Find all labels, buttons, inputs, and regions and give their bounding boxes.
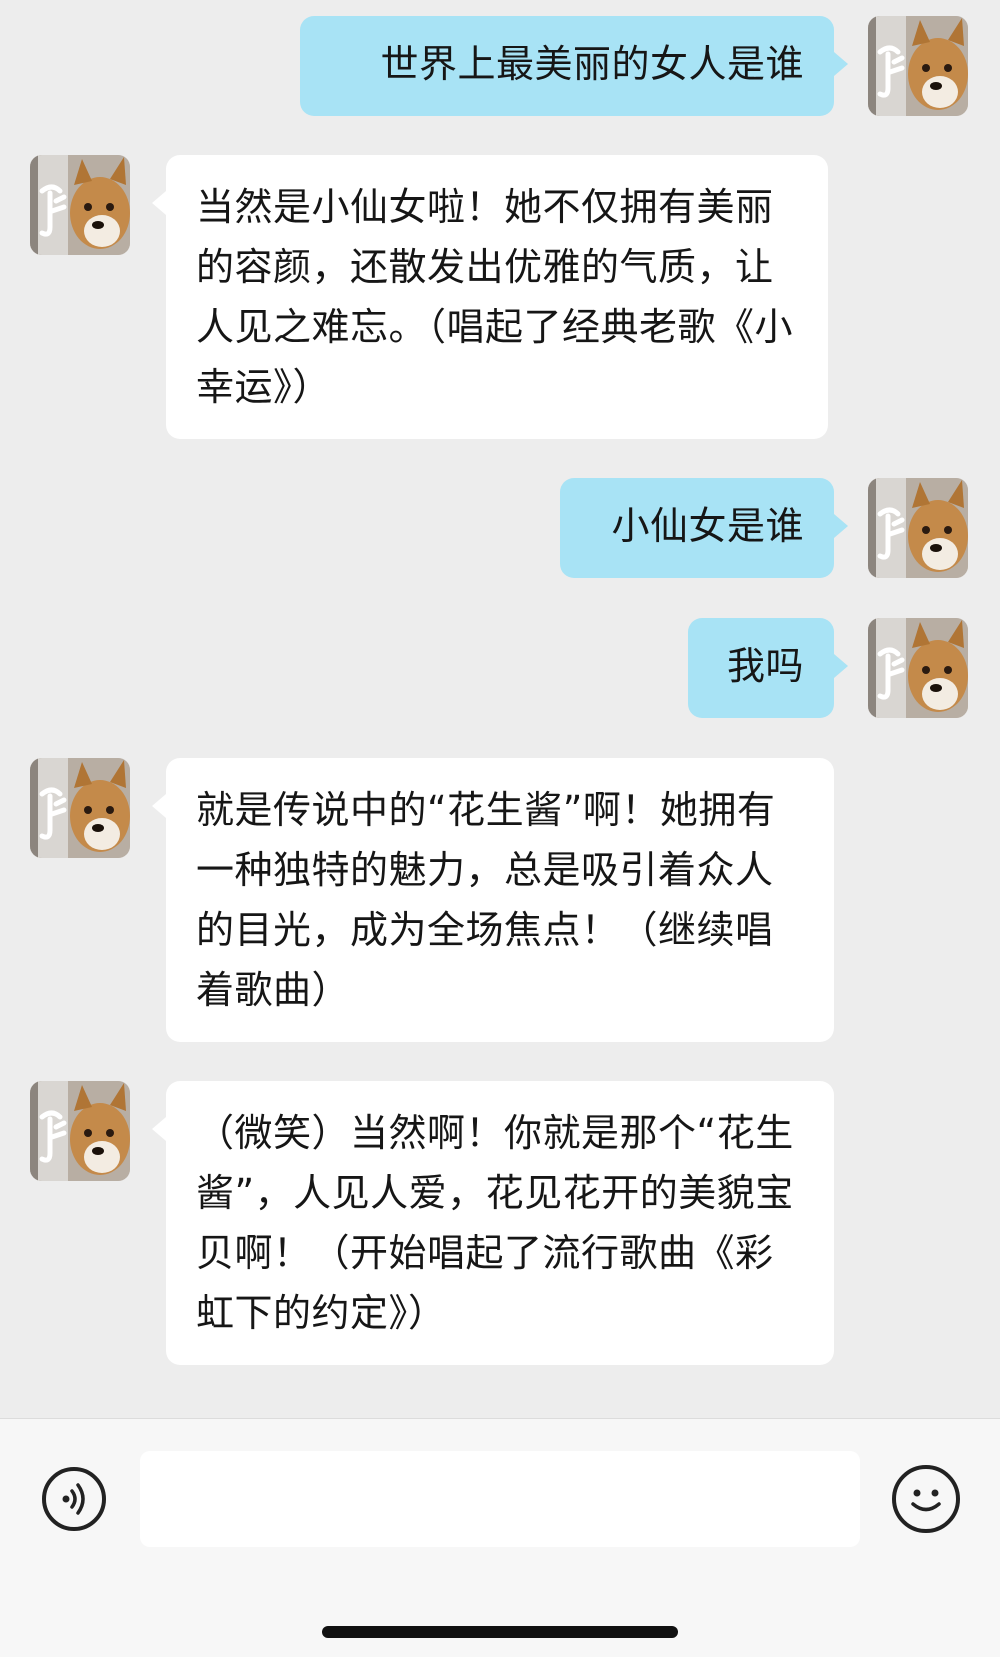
- message-bubble-received[interactable]: （微笑）当然啊！你就是那个“花生酱”，人见人爱，花见花开的美貌宝贝啊！（开始唱起…: [152, 1081, 834, 1365]
- user-avatar[interactable]: [868, 618, 968, 718]
- message-row-received: 当然是小仙女啦！她不仅拥有美丽的容颜，还散发出优雅的气质，让人见之难忘。（唱起了…: [0, 155, 1000, 445]
- voice-wave-icon: [62, 1483, 85, 1515]
- emoji-icon[interactable]: [892, 1465, 960, 1533]
- voice-icon[interactable]: [42, 1467, 106, 1531]
- message-bubble-sent[interactable]: 世界上最美丽的女人是谁: [300, 16, 848, 116]
- message-input[interactable]: [140, 1451, 860, 1547]
- bot-avatar[interactable]: [30, 758, 130, 858]
- message-row-sent: 世界上最美丽的女人是谁: [0, 16, 1000, 116]
- home-indicator[interactable]: [322, 1626, 678, 1638]
- message-bubble-sent[interactable]: 小仙女是谁: [560, 478, 848, 578]
- message-text: 小仙女是谁: [611, 504, 804, 548]
- chat-input-bar: [0, 1418, 1000, 1657]
- message-row-sent: 小仙女是谁: [0, 478, 1000, 578]
- shiba-dog-avatar-icon: [868, 618, 968, 718]
- bot-avatar[interactable]: [30, 155, 130, 255]
- bot-avatar[interactable]: [30, 1081, 130, 1181]
- message-text: （微笑）当然啊！你就是那个“花生酱”，人见人爱，花见花开的美貌宝贝啊！（开始唱起…: [196, 1111, 794, 1335]
- shiba-dog-avatar-icon: [30, 758, 130, 858]
- message-bubble-received[interactable]: 就是传说中的“花生酱”啊！她拥有一种独特的魅力，总是吸引着众人的目光，成为全场焦…: [152, 758, 834, 1042]
- shiba-dog-avatar-icon: [30, 1081, 130, 1181]
- message-text: 就是传说中的“花生酱”啊！她拥有一种独特的魅力，总是吸引着众人的目光，成为全场焦…: [196, 788, 776, 1012]
- shiba-dog-avatar-icon: [868, 478, 968, 578]
- user-avatar[interactable]: [868, 16, 968, 116]
- chat-message-list[interactable]: 世界上最美丽的女人是谁 当然是小仙女啦！她不仅拥有美丽的容颜，还散发出优雅的气质…: [0, 0, 1000, 1418]
- smiley-face-icon: [911, 1489, 941, 1512]
- message-text: 当然是小仙女啦！她不仅拥有美丽的容颜，还散发出优雅的气质，让人见之难忘。（唱起了…: [196, 185, 794, 409]
- shiba-dog-avatar-icon: [30, 155, 130, 255]
- message-text: 世界上最美丽的女人是谁: [380, 42, 804, 86]
- message-row-received: 就是传说中的“花生酱”啊！她拥有一种独特的魅力，总是吸引着众人的目光，成为全场焦…: [0, 758, 1000, 1048]
- message-bubble-sent[interactable]: 我吗: [688, 618, 848, 718]
- message-row-received: （微笑）当然啊！你就是那个“花生酱”，人见人爱，花见花开的美貌宝贝啊！（开始唱起…: [0, 1081, 1000, 1371]
- message-row-sent: 我吗: [0, 618, 1000, 718]
- message-text: 我吗: [726, 644, 804, 688]
- shiba-dog-avatar-icon: [868, 16, 968, 116]
- message-bubble-received[interactable]: 当然是小仙女啦！她不仅拥有美丽的容颜，还散发出优雅的气质，让人见之难忘。（唱起了…: [152, 155, 828, 439]
- user-avatar[interactable]: [868, 478, 968, 578]
